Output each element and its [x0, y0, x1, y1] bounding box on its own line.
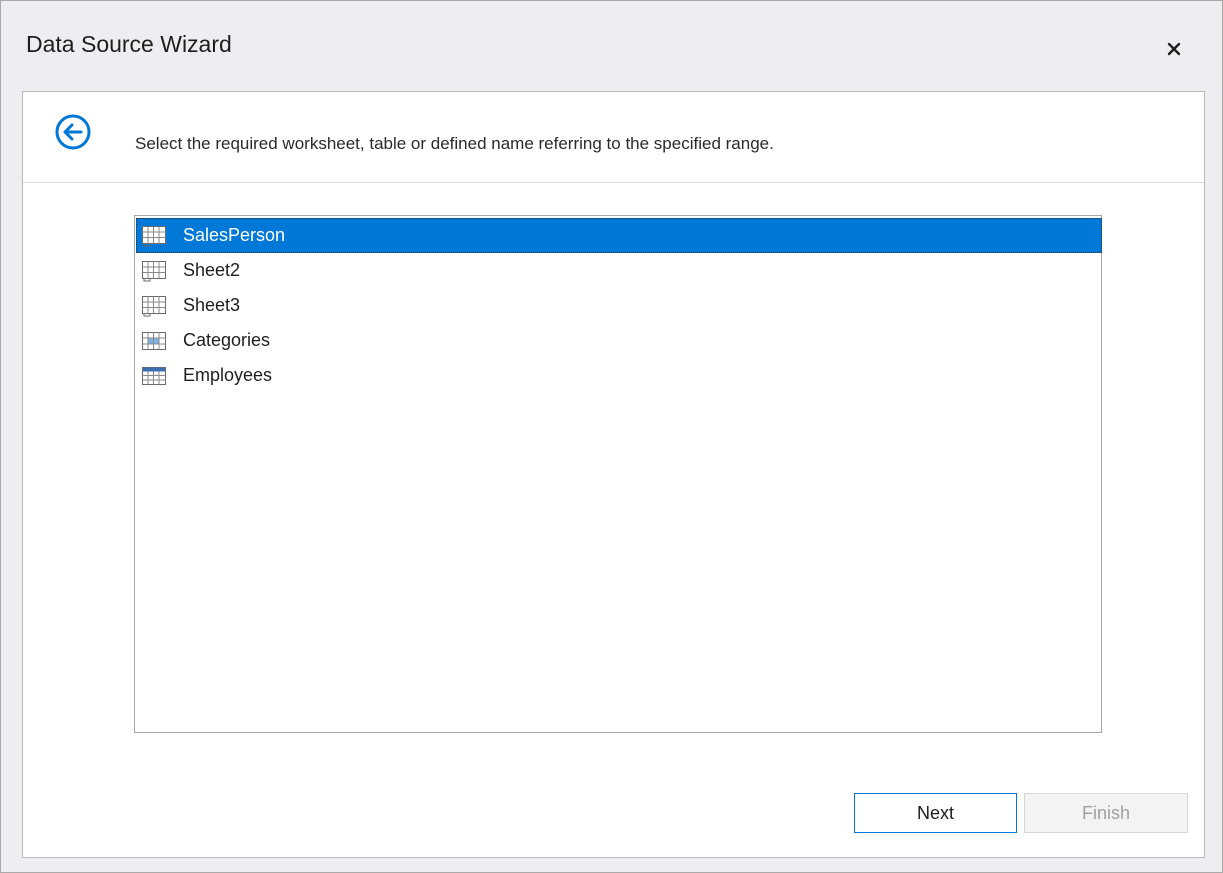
finish-button[interactable]: Finish	[1024, 793, 1188, 833]
close-icon	[1167, 42, 1181, 56]
worksheet-icon	[139, 295, 169, 317]
window-title: Data Source Wizard	[26, 31, 232, 57]
close-button[interactable]	[1154, 31, 1194, 67]
list-item-sheet2[interactable]: Sheet2	[136, 253, 1102, 288]
list-item-label: SalesPerson	[183, 225, 286, 245]
table-icon	[139, 365, 169, 387]
wizard-header: Select the required worksheet, table or …	[23, 92, 1204, 183]
sheet-list[interactable]: SalesPerson Sheet2 Sheet3 Categories Emp…	[134, 215, 1102, 733]
wizard-window: Data Source Wizard Select the required w…	[0, 0, 1223, 873]
title-bar: Data Source Wizard	[1, 1, 1222, 91]
instruction-text: Select the required worksheet, table or …	[135, 134, 774, 153]
list-item-salesperson[interactable]: SalesPerson	[136, 218, 1102, 253]
worksheet-icon	[139, 225, 169, 247]
wizard-page: Select the required worksheet, table or …	[22, 91, 1205, 858]
defined-name-icon	[139, 330, 169, 352]
list-item-categories[interactable]: Categories	[136, 323, 1102, 358]
next-button[interactable]: Next	[854, 793, 1017, 833]
list-item-label: Sheet3	[183, 295, 241, 315]
worksheet-icon	[139, 260, 169, 282]
list-item-employees[interactable]: Employees	[136, 358, 1102, 393]
back-button[interactable]	[53, 112, 93, 152]
list-item-sheet3[interactable]: Sheet3	[136, 288, 1102, 323]
list-item-label: Employees	[183, 365, 273, 385]
back-arrow-icon	[55, 114, 91, 150]
list-item-label: Sheet2	[183, 260, 241, 280]
list-item-label: Categories	[183, 330, 271, 350]
